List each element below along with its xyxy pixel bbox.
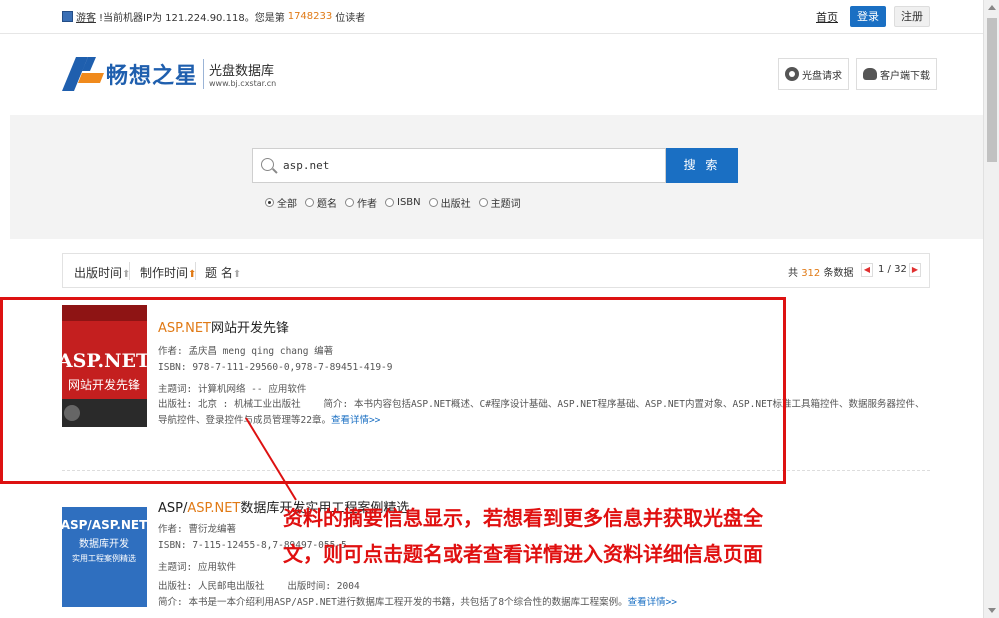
cover-subtitle: 网站开发先锋 <box>68 377 140 392</box>
sort-arrow-icon: ⬆ <box>232 269 242 280</box>
client-download-button[interactable]: 客户端下载 <box>856 58 937 90</box>
result-author: 作者: 曹衍龙编著 <box>158 524 236 535</box>
cover-subtitle: 数据库开发 <box>79 537 129 550</box>
result-divider <box>62 470 930 471</box>
scroll-up-icon[interactable] <box>988 5 996 10</box>
result-subject: 主题词: 应用软件 <box>158 562 236 573</box>
annotation-text-line2: 文，则可点击题名或者查看详情进入资料详细信息页面 <box>283 542 763 566</box>
login-button[interactable]: 登录 <box>850 6 886 27</box>
client-download-label: 客户端下载 <box>880 70 930 82</box>
book-cover-image[interactable]: ASP.NET 网站开发先锋 <box>62 305 147 427</box>
result-title[interactable]: ASP.NET网站开发先锋 <box>158 317 289 336</box>
logo-sub: 光盘数据库 www.bj.cxstar.cn <box>209 60 276 88</box>
cover-subtitle-2: 实用工程案例精选 <box>72 553 136 563</box>
cover-title: ASP/ASP.NET <box>62 518 147 532</box>
visitor-count: 1748233 <box>287 11 333 22</box>
disc-request-label: 光盘请求 <box>802 70 842 82</box>
sort-make-time[interactable]: 制作时间⬆ <box>140 264 196 281</box>
prev-page-icon[interactable]: ◀ <box>861 263 873 277</box>
scope-option-publisher[interactable]: 出版社 <box>428 195 471 210</box>
disc-request-button[interactable]: 光盘请求 <box>778 58 849 90</box>
radio-icon <box>305 198 314 207</box>
result-summary: 简介: 本书是一本介绍利用ASP/ASP.NET进行数据库工程开发的书籍，共包括… <box>158 597 678 608</box>
logo-subtitle: 光盘数据库 <box>209 64 275 79</box>
result-summary: 出版社: 北京 : 机械工业出版社 简介: 本书内容包括ASP.NET概述、C#… <box>158 399 925 426</box>
sort-pub-time[interactable]: 出版时间⬆ <box>74 264 130 281</box>
ip-text: !当前机器IP为 121.224.90.118。您是第 <box>99 13 285 24</box>
cover-title: ASP.NET <box>62 350 147 372</box>
download-cloud-icon <box>863 68 877 80</box>
scope-option-title[interactable]: 题名 <box>305 195 337 210</box>
page-indicator: 1 / 32 <box>878 264 907 275</box>
visitor-info: 游客 !当前机器IP为 121.224.90.118。您是第 1748233 位读者 <box>62 9 365 24</box>
visitor-link[interactable]: 游客 <box>76 9 96 24</box>
logo-url: www.bj.cxstar.cn <box>209 79 277 88</box>
scope-option-subject[interactable]: 主题词 <box>478 195 521 210</box>
radio-icon <box>345 198 354 207</box>
user-icon <box>62 11 73 22</box>
view-details-link[interactable]: 查看详情>> <box>628 597 677 608</box>
annotation-text-line1: 资料的摘要信息显示，若想看到更多信息并获取光盘全 <box>283 506 763 530</box>
divider <box>195 262 196 280</box>
site-logo[interactable]: 畅想之星 光盘数据库 www.bj.cxstar.cn <box>62 55 276 93</box>
scope-option-isbn[interactable]: ISBN <box>385 195 421 210</box>
next-page-icon[interactable]: ▶ <box>909 263 921 277</box>
result-author: 作者: 孟庆昌 meng qing chang 编著 <box>158 346 334 357</box>
result-publisher: 出版社: 人民邮电出版社 出版时间: 2004 <box>158 581 360 592</box>
logo-divider <box>203 59 205 89</box>
divider <box>129 262 130 280</box>
result-item: ASP.NET 网站开发先锋 ASP.NET网站开发先锋 作者: 孟庆昌 men… <box>62 305 930 455</box>
scope-option-all[interactable]: 全部 <box>265 195 297 210</box>
search-query: asp.net <box>283 159 330 172</box>
visitor-suffix: 位读者 <box>335 13 366 24</box>
result-subject: 主题词: 计算机网络 -- 应用软件 <box>158 384 307 395</box>
search-icon <box>261 158 274 171</box>
radio-icon <box>385 198 394 207</box>
scroll-thumb[interactable] <box>987 18 997 162</box>
scope-option-author[interactable]: 作者 <box>345 195 377 210</box>
top-bar: 游客 !当前机器IP为 121.224.90.118。您是第 1748233 位读者 … <box>0 0 983 34</box>
search-button[interactable]: 搜 索 <box>666 148 738 183</box>
register-button[interactable]: 注册 <box>894 6 930 27</box>
result-isbn: ISBN: 978-7-111-29560-0,978-7-89451-419-… <box>158 362 393 373</box>
radio-checked-icon <box>265 198 274 207</box>
radio-icon <box>428 198 438 207</box>
header: 畅想之星 光盘数据库 www.bj.cxstar.cn 光盘请求 客户端下载 <box>0 35 983 115</box>
home-link[interactable]: 首页 <box>816 9 838 25</box>
brand-name: 畅想之星 <box>106 64 199 89</box>
view-details-link[interactable]: 查看详情>> <box>331 415 380 426</box>
sort-bar: 出版时间⬆ 制作时间⬆ 题 名⬆ 共 312 条数据 ◀ 1 / 32 ▶ <box>62 253 930 288</box>
search-input[interactable]: asp.net <box>252 148 666 183</box>
disc-icon <box>785 67 799 81</box>
book-cover-image[interactable]: ASP/ASP.NET 数据库开发 实用工程案例精选 <box>62 485 147 607</box>
scroll-down-icon[interactable] <box>988 608 996 613</box>
search-scope-options: 全部 题名 作者 ISBN 出版社 主题词 <box>265 195 521 210</box>
radio-icon <box>478 198 488 207</box>
logo-icon <box>62 57 104 91</box>
sort-title[interactable]: 题 名⬆ <box>205 264 241 281</box>
scrollbar[interactable] <box>983 0 999 618</box>
result-count: 共 312 条数据 <box>788 268 854 279</box>
